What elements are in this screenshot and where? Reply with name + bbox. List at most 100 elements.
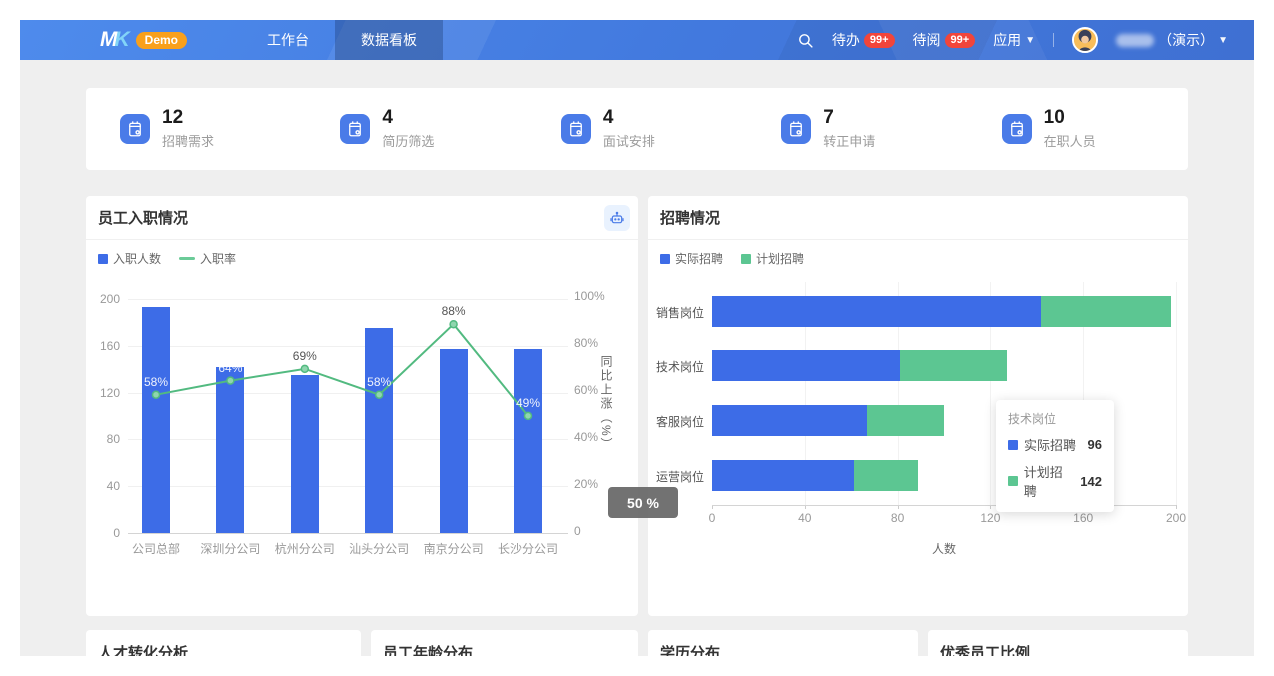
bar-2[interactable]: [291, 375, 319, 533]
bar-0[interactable]: [142, 307, 170, 533]
bar-4[interactable]: [440, 349, 468, 533]
legend-label: 计划招聘: [756, 250, 804, 267]
rate-point-label: 88%: [432, 304, 476, 318]
clipboard-gear-icon: [781, 114, 811, 144]
planned-bar-1[interactable]: [900, 350, 1007, 381]
ai-robot-button[interactable]: [604, 205, 630, 231]
x-axis-tick-label: 160: [1063, 511, 1103, 525]
left-chart-legend: 入职人数 入职率: [98, 250, 638, 267]
stat-item-4[interactable]: 10在职人员: [968, 108, 1188, 150]
actual-bar-2[interactable]: [712, 405, 867, 436]
app-window: M K Demo 工作台数据看板 待办 99+ 待阅 99+ 应用 ▼: [0, 0, 1274, 676]
clipboard-gear-icon: [561, 114, 591, 144]
y2-axis-title: 同比上涨（%）: [598, 355, 615, 452]
stat-label: 在职人员: [1044, 131, 1096, 150]
x-axis-category-label: 南京分公司: [417, 542, 491, 556]
user-mode-label: （演示）: [1158, 30, 1214, 50]
gridline: [128, 486, 568, 487]
gridline: [128, 299, 568, 300]
legend-item[interactable]: 计划招聘: [741, 250, 804, 267]
line-swatch: [179, 257, 195, 260]
stat-text: 4简历筛选: [382, 108, 434, 150]
bar-1[interactable]: [216, 367, 244, 533]
todo-badge: 99+: [864, 33, 895, 48]
tooltip-value: 96: [1088, 437, 1102, 452]
y2-axis-tick-label: 100%: [574, 289, 618, 303]
planned-bar-2[interactable]: [867, 405, 944, 436]
chart-tooltip: 技术岗位 实际招聘 96 计划招聘 142: [996, 400, 1114, 512]
bar-3[interactable]: [365, 328, 393, 533]
stat-label: 面试安排: [603, 131, 655, 150]
x-axis-title: 人数: [712, 542, 1176, 556]
y2-axis-tick-label: 0: [574, 524, 618, 538]
user-name-redacted: [1116, 34, 1154, 47]
card-title: 员工年龄分布: [383, 642, 626, 656]
y2-axis-tick-label: 80%: [574, 336, 618, 350]
category-label: 技术岗位: [648, 358, 704, 375]
legend-label: 入职人数: [113, 250, 161, 267]
top-nav: M K Demo 工作台数据看板 待办 99+ 待阅 99+ 应用 ▼: [20, 20, 1254, 60]
x-axis-category-label: 公司总部: [119, 542, 193, 556]
stat-text: 10在职人员: [1044, 108, 1096, 150]
tooltip-series-label: 实际招聘: [1024, 435, 1076, 454]
x-axis-tick-label: 120: [970, 511, 1010, 525]
bottom-cards-row: 人才转化分析员工年龄分布学历分布优秀员工比例: [86, 630, 1188, 656]
rate-point-label: 58%: [357, 375, 401, 389]
category-label: 销售岗位: [648, 304, 704, 321]
nav-right: 待办 99+ 待阅 99+ 应用 ▼: [797, 27, 1254, 53]
avatar[interactable]: [1072, 27, 1098, 53]
actual-bar-1[interactable]: [712, 350, 900, 381]
legend-item[interactable]: 实际招聘: [660, 250, 723, 267]
stat-label: 简历筛选: [382, 131, 434, 150]
stat-item-1[interactable]: 4简历筛选: [306, 108, 526, 150]
planned-bar-0[interactable]: [1041, 296, 1171, 327]
legend-item[interactable]: 入职率: [179, 250, 236, 267]
stats-summary-card: 12 招聘需求 4简历筛选 4面试安排 7转正申请 10在职人员: [86, 88, 1188, 170]
x-axis-tick-label: 200: [1156, 511, 1196, 525]
nav-tabs: 工作台数据看板: [241, 20, 443, 60]
square-swatch: [660, 254, 670, 264]
stat-value: 12: [162, 108, 214, 128]
tooltip-row: 计划招聘 142: [1008, 462, 1102, 500]
series-color-swatch: [1008, 476, 1018, 486]
x-axis-category-label: 汕头分公司: [342, 542, 416, 556]
nav-tab-1[interactable]: 数据看板: [335, 20, 443, 60]
user-menu[interactable]: （演示） ▼: [1116, 30, 1228, 50]
legend-label: 实际招聘: [675, 250, 723, 267]
zoom-percent-tooltip: 50 %: [608, 487, 678, 518]
todo-label: 待办: [832, 30, 860, 50]
card-header: 招聘情况: [648, 196, 1188, 240]
app-logo[interactable]: M K Demo: [100, 28, 187, 52]
clipboard-gear-icon: [1002, 114, 1032, 144]
toread-menu-item[interactable]: 待阅 99+: [913, 30, 976, 50]
planned-bar-3[interactable]: [854, 460, 919, 491]
stat-item-0[interactable]: 12 招聘需求: [86, 108, 306, 150]
y-axis-tick-label: 40: [86, 479, 120, 493]
clipboard-gear-icon: [340, 114, 370, 144]
rate-point-label: 69%: [283, 349, 327, 363]
gridline: [128, 393, 568, 394]
employee-onboarding-card: 员工入职情况 入职人数入职率 04080120160200020%40%60%8…: [86, 196, 638, 616]
actual-bar-0[interactable]: [712, 296, 1041, 327]
charts-row: 员工入职情况 入职人数入职率 04080120160200020%40%60%8…: [86, 196, 1188, 616]
category-label: 客服岗位: [648, 413, 704, 430]
apps-menu-item[interactable]: 应用 ▼: [993, 30, 1035, 50]
clipboard-gear-icon: [120, 114, 150, 144]
stat-item-3[interactable]: 7转正申请: [747, 108, 967, 150]
nav-tab-0[interactable]: 工作台: [241, 20, 335, 60]
bottom-card-1: 员工年龄分布: [371, 630, 638, 656]
todo-menu-item[interactable]: 待办 99+: [832, 30, 895, 50]
rate-point-label: 49%: [506, 396, 550, 410]
stat-text: 4面试安排: [603, 108, 655, 150]
legend-item[interactable]: 入职人数: [98, 250, 161, 267]
square-swatch: [741, 254, 751, 264]
card-title: 学历分布: [660, 642, 906, 656]
chevron-down-icon: ▼: [1025, 35, 1035, 46]
search-icon[interactable]: [797, 32, 814, 49]
actual-bar-3[interactable]: [712, 460, 854, 491]
bottom-card-0: 人才转化分析: [86, 630, 361, 656]
x-axis-tick-label: 40: [785, 511, 825, 525]
bar-5[interactable]: [514, 349, 542, 533]
stat-label: 招聘需求: [162, 131, 214, 150]
stat-item-2[interactable]: 4面试安排: [527, 108, 747, 150]
